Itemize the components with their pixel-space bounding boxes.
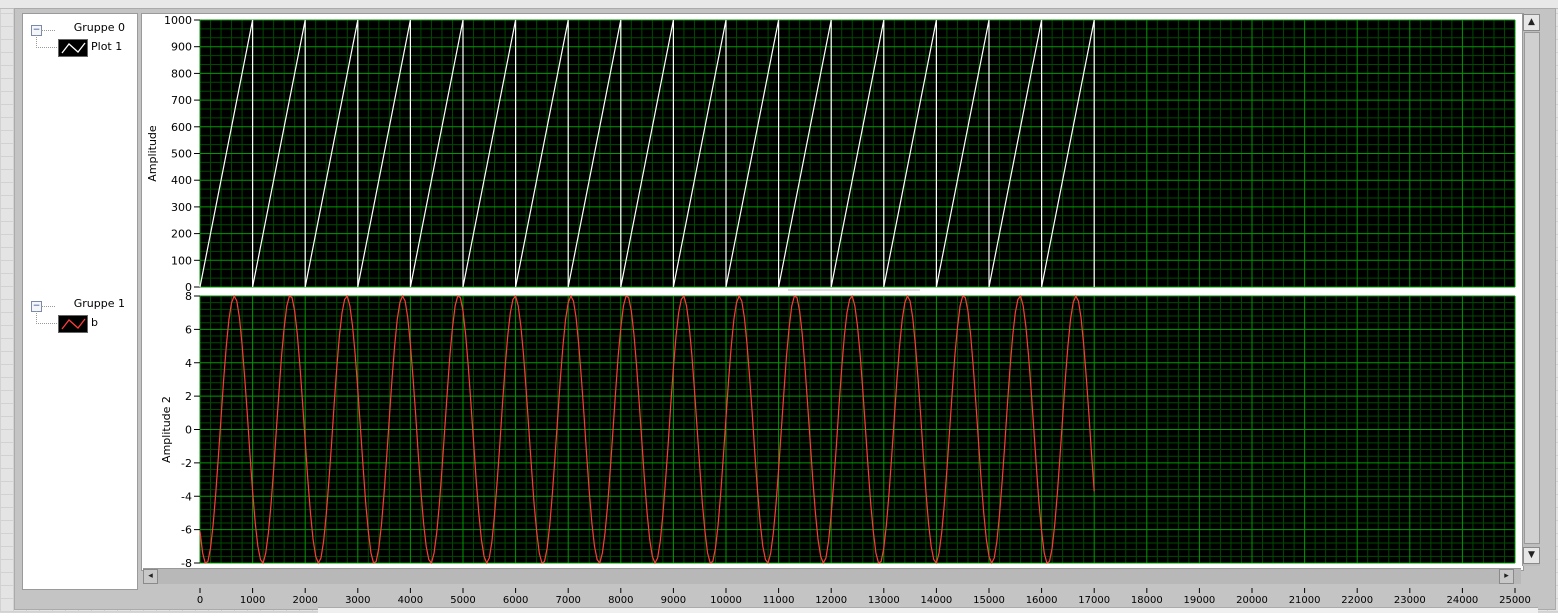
scroll-down-arrow-icon[interactable]: ▼: [1523, 547, 1540, 564]
scroll-up-arrow-icon[interactable]: ▲: [1523, 14, 1540, 31]
waveform-chart-svg: 0 100 200 300 400 500 600 700 800 900 1000 Amplitud…: [146, 14, 1531, 606]
y-axis-label: Amplitude: [146, 125, 159, 182]
y-tick-label: 8: [185, 290, 192, 303]
y-tick-label: 600: [171, 121, 192, 134]
y-tick-label: 400: [171, 174, 192, 187]
vertical-scroll-thumb[interactable]: [1524, 32, 1540, 544]
scroll-left-arrow-icon[interactable]: ◂: [143, 569, 158, 584]
y-tick-label: 700: [171, 94, 192, 107]
y-tick-label: 300: [171, 201, 192, 214]
y-tick-label: -4: [181, 490, 192, 503]
y-tick-label: 100: [171, 254, 192, 267]
y-tick-label: 200: [171, 228, 192, 241]
y-tick-label: 1000: [164, 14, 192, 27]
y-tick-label: 800: [171, 67, 192, 80]
y-tick-label: -2: [181, 457, 192, 470]
y-tick-label: 4: [185, 357, 192, 370]
scroll-right-arrow-icon[interactable]: ▸: [1499, 569, 1514, 584]
vertical-scrollbar[interactable]: ▲ ▼: [1522, 14, 1540, 566]
y-tick-label: 6: [185, 323, 192, 336]
y-tick-label: -6: [181, 524, 192, 537]
y-tick-label: 2: [185, 390, 192, 403]
y-axis-label: Amplitude 2: [160, 396, 173, 463]
y-tick-label: 0: [185, 424, 192, 437]
bottom-panel-edge: [318, 607, 1538, 613]
y-tick-label: 500: [171, 148, 192, 161]
horizontal-scrollbar[interactable]: ◂ ▸: [143, 568, 1521, 584]
y-tick-label: 900: [171, 41, 192, 54]
